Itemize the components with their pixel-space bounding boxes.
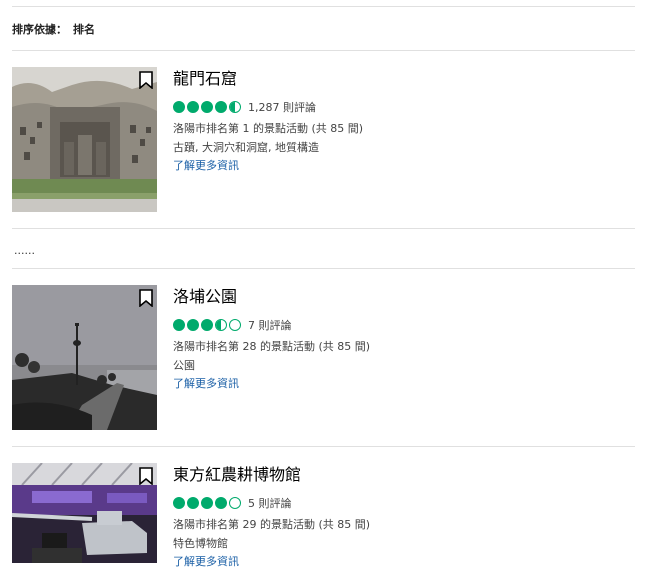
attraction-title[interactable]: 龍門石窟: [173, 65, 237, 89]
learn-more-link[interactable]: 了解更多資訊: [173, 553, 239, 569]
rating-bubble-icon: [201, 497, 213, 509]
rating-empty-bubble-icon: [229, 497, 241, 509]
attraction-photo[interactable]: [12, 67, 157, 212]
rating-bubble-icon: [187, 497, 199, 509]
rating-bubble-icon: [173, 497, 185, 509]
divider: [12, 50, 635, 51]
attraction-title[interactable]: 東方紅農耕博物館: [173, 461, 301, 485]
rating-bubbles: 1,287 則評論: [173, 100, 316, 114]
review-count[interactable]: 5 則評論: [248, 495, 292, 511]
rating-half-bubble-icon: [229, 101, 241, 113]
rating-empty-bubble-icon: [229, 319, 241, 331]
rating-half-bubble-icon: [215, 319, 227, 331]
rating-bubble-icon: [173, 319, 185, 331]
rating-bubble-icon: [201, 319, 213, 331]
ranking-text: 洛陽市排名第 28 的景點活動 (共 85 間): [173, 340, 371, 353]
divider: [12, 228, 635, 229]
divider: [12, 268, 635, 269]
bookmark-icon[interactable]: [139, 289, 153, 307]
attraction-photo[interactable]: [12, 285, 157, 430]
bookmark-icon[interactable]: [139, 71, 153, 89]
sort-by-label: 排序依據：: [12, 23, 67, 36]
rating-bubbles: 7 則評論: [173, 318, 292, 332]
rating-bubble-icon: [201, 101, 213, 113]
rating-bubble-icon: [187, 101, 199, 113]
category-tags: 公園: [173, 359, 195, 372]
rating-bubble-icon: [173, 101, 185, 113]
attraction-photo[interactable]: [12, 463, 157, 563]
park-photo: [12, 285, 157, 430]
omitted-items-ellipsis: ......: [14, 244, 35, 257]
museum-photo: [12, 463, 157, 563]
learn-more-link[interactable]: 了解更多資訊: [173, 375, 239, 391]
review-count[interactable]: 7 則評論: [248, 317, 292, 333]
ranking-text: 洛陽市排名第 29 的景點活動 (共 85 間): [173, 518, 371, 531]
ranking-text: 洛陽市排名第 1 的景點活動 (共 85 間): [173, 122, 364, 135]
attraction-title[interactable]: 洛埔公園: [173, 283, 237, 307]
rating-bubble-icon: [215, 497, 227, 509]
rating-bubble-icon: [215, 101, 227, 113]
learn-more-link[interactable]: 了解更多資訊: [173, 157, 239, 173]
rating-bubbles: 5 則評論: [173, 496, 292, 510]
bookmark-icon[interactable]: [139, 467, 153, 485]
category-tags: 特色博物館: [173, 537, 228, 550]
sort-by-row: 排序依據： 排名: [12, 21, 95, 37]
rating-bubble-icon: [187, 319, 199, 331]
category-tags: 古蹟, 大洞穴和洞窟, 地質構造: [173, 141, 319, 154]
top-divider: [12, 6, 635, 7]
review-count[interactable]: 1,287 則評論: [248, 99, 316, 115]
divider: [12, 446, 635, 447]
sort-by-value[interactable]: 排名: [73, 23, 95, 36]
grottoes-photo: [12, 67, 157, 212]
